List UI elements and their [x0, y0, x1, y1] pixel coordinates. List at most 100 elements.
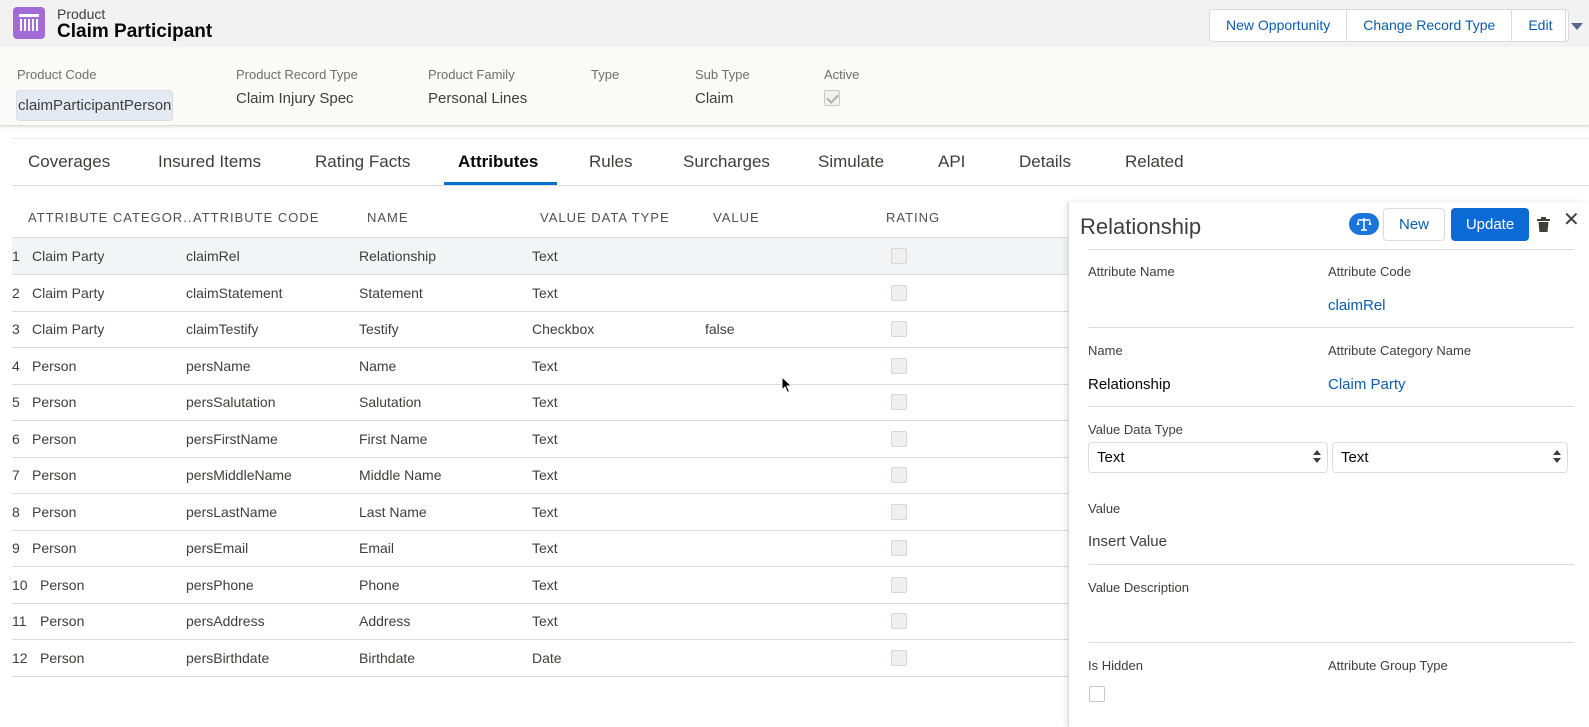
cell-category: Person	[32, 503, 77, 520]
value-description-input[interactable]	[1089, 642, 1574, 643]
trash-icon[interactable]	[1537, 217, 1550, 237]
column-header-data-type[interactable]: VALUE DATA TYPE	[540, 210, 670, 225]
cell-category: Person	[32, 430, 77, 447]
cell-name: Relationship	[359, 248, 437, 264]
table-row[interactable]: 2 Claim Party claimStatement Statement Text	[12, 275, 1068, 312]
table-row[interactable]: 11 Person persAddress Address Text	[12, 603, 1068, 640]
tab-rating-facts[interactable]: Rating Facts	[315, 152, 410, 172]
value-data-subtype-select[interactable]: Text	[1332, 442, 1568, 473]
cell-name: Name	[359, 357, 397, 374]
column-header-rating[interactable]: RATING	[886, 210, 940, 225]
rating-checkbox	[891, 649, 907, 666]
attribute-name-label: Attribute Name	[1088, 264, 1175, 279]
cell-row-number: 10	[12, 576, 28, 593]
table-row[interactable]: 6 Person persFirstName First Name Text	[12, 421, 1068, 458]
column-header-code[interactable]: ATTRIBUTE CODE	[193, 210, 319, 225]
value-input[interactable]: Insert Value	[1088, 533, 1167, 550]
column-header-category[interactable]: ATTRIBUTE CATEGOR...	[28, 210, 197, 225]
tab-attributes[interactable]: Attributes	[458, 152, 538, 172]
cell-code: claimRel	[186, 248, 240, 264]
field-value: claimParticipantPerson	[16, 90, 174, 121]
cell-row-number: 12	[12, 649, 28, 666]
cell-data-type: Text	[532, 503, 558, 520]
cell-data-type: Text	[532, 467, 558, 483]
panel-title: Relationship	[1080, 214, 1202, 239]
update-button[interactable]: Update	[1451, 208, 1529, 241]
attribute-group-type-label: Attribute Group Type	[1328, 658, 1448, 673]
divider	[1089, 249, 1574, 250]
field-label: Active	[824, 67, 860, 82]
new-opportunity-button[interactable]: New Opportunity	[1210, 10, 1348, 41]
cell-code: persName	[186, 357, 251, 374]
tab-insured-items[interactable]: Insured Items	[158, 152, 261, 172]
cell-name: First Name	[359, 430, 428, 447]
tab-surcharges[interactable]: Surcharges	[683, 152, 770, 172]
cell-name: Last Name	[359, 503, 427, 520]
tab-api[interactable]: API	[938, 152, 965, 172]
value-data-type-select[interactable]: Text	[1088, 442, 1328, 473]
tab-related[interactable]: Related	[1125, 152, 1184, 172]
rating-checkbox	[891, 503, 907, 520]
change-record-type-button[interactable]: Change Record Type	[1347, 10, 1513, 41]
cell-category: Person	[40, 576, 85, 593]
table-row[interactable]: 5 Person persSalutation Salutation Text	[12, 384, 1068, 421]
rating-checkbox	[891, 576, 907, 593]
cell-row-number: 2	[12, 284, 20, 301]
table-row[interactable]: 1 Claim Party claimRel Relationship Text	[12, 238, 1068, 275]
table-row[interactable]: 12 Person persBirthdate Birthdate Date	[12, 640, 1068, 677]
cell-row-number: 4	[12, 357, 20, 374]
tab-coverages[interactable]: Coverages	[28, 152, 110, 172]
attribute-code-value[interactable]: claimRel	[1328, 297, 1386, 314]
value-description-label: Value Description	[1088, 580, 1189, 595]
cell-code: persLastName	[186, 503, 278, 520]
tab-bar: Coverages Insured Items Rating Facts Att…	[12, 138, 1589, 186]
tab-rules[interactable]: Rules	[589, 152, 632, 172]
category-name-label: Attribute Category Name	[1328, 343, 1472, 358]
table-row[interactable]: 8 Person persLastName Last Name Text	[12, 494, 1068, 531]
table-row[interactable]: 9 Person persEmail Email Text	[12, 530, 1068, 567]
cell-data-type: Text	[532, 540, 558, 556]
category-name-link[interactable]: Claim Party	[1328, 376, 1406, 393]
cell-code: persMiddleName	[186, 467, 292, 483]
rating-checkbox	[891, 357, 907, 374]
cell-data-type: Text	[532, 613, 558, 629]
cell-category: Person	[32, 357, 77, 374]
scale-icon[interactable]	[1349, 213, 1379, 235]
table-row[interactable]: 7 Person persMiddleName Middle Name Text	[12, 457, 1068, 494]
cell-row-number: 8	[12, 503, 20, 520]
cell-data-type: Text	[532, 284, 558, 301]
value-data-type-label: Value Data Type	[1088, 422, 1183, 437]
table-row[interactable]: 10 Person persPhone Phone Text	[12, 567, 1068, 604]
is-hidden-checkbox[interactable]	[1089, 686, 1105, 702]
select-arrows-icon	[1313, 450, 1321, 464]
cell-code: persSalutation	[186, 394, 276, 410]
column-header-value[interactable]: VALUE	[713, 210, 760, 225]
highlight-active: Active	[824, 67, 859, 106]
cell-name: Salutation	[359, 394, 422, 410]
select-value: Text	[1341, 449, 1369, 466]
close-icon[interactable]: ✕	[1563, 207, 1580, 232]
column-header-name[interactable]: NAME	[367, 210, 409, 225]
object-label: Product	[57, 6, 106, 22]
chevron-down-icon	[1571, 23, 1583, 30]
cell-row-number: 9	[12, 540, 20, 556]
cell-name: Birthdate	[359, 649, 416, 666]
tab-details[interactable]: Details	[1019, 152, 1071, 172]
table-row[interactable]: 4 Person persName Name Text	[12, 348, 1068, 385]
rating-checkbox	[891, 321, 907, 337]
rating-checkbox	[891, 613, 907, 629]
more-actions-button[interactable]	[1565, 9, 1589, 42]
record-title: Claim Participant	[57, 21, 213, 42]
cell-data-type: Checkbox	[532, 321, 595, 337]
divider	[1089, 564, 1574, 565]
select-arrows-icon	[1553, 450, 1561, 464]
table-row[interactable]: 3 Claim Party claimTestify Testify Checkbox f…	[12, 311, 1068, 348]
highlights-panel: Product Code claimParticipantPerson Prod…	[0, 47, 1589, 126]
new-attribute-button[interactable]: New	[1383, 208, 1445, 241]
tab-simulate[interactable]: Simulate	[818, 152, 884, 172]
rating-checkbox	[891, 248, 907, 264]
cell-code: persAddress	[186, 613, 265, 629]
edit-button[interactable]: Edit	[1512, 10, 1568, 41]
cell-code: persBirthdate	[186, 649, 270, 666]
cell-value: false	[705, 321, 735, 337]
